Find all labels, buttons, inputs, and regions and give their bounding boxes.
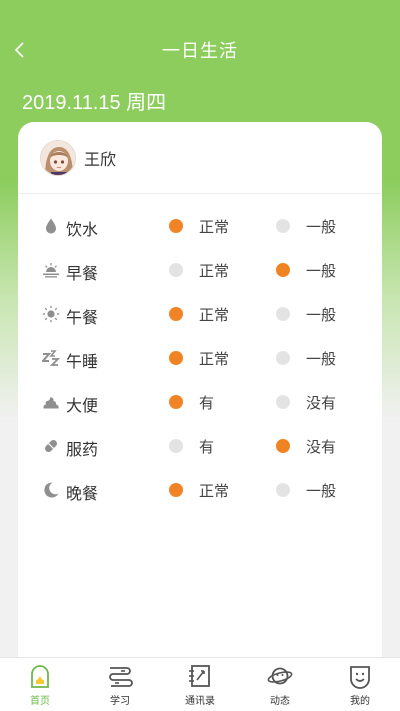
option-label: 没有	[306, 437, 337, 456]
option-label: 正常	[199, 349, 230, 368]
nav-bar: 一日生活	[0, 30, 400, 70]
row-water: 饮水 正常 一般	[18, 204, 382, 248]
chevron-left-icon	[14, 42, 24, 58]
option-1[interactable]: 正常	[169, 292, 229, 336]
option-2[interactable]: 一般	[276, 468, 336, 512]
option-2[interactable]: 一般	[276, 292, 336, 336]
row-medicine: 服药 有 没有	[18, 424, 382, 468]
tab-mine[interactable]: 我的	[320, 658, 400, 711]
row-label: 午餐	[66, 308, 99, 327]
radio-dot	[169, 263, 183, 277]
radio-dot	[276, 219, 290, 233]
option-label: 有	[199, 437, 215, 456]
option-label: 一般	[306, 217, 337, 236]
radio-dot	[169, 219, 183, 233]
row-label: 饮水	[66, 220, 99, 239]
tab-label: 我的	[350, 696, 370, 707]
avatar[interactable]	[40, 139, 76, 176]
date-label: 2019.11.15 周四	[22, 92, 167, 114]
option-1[interactable]: 正常	[169, 336, 229, 380]
radio-dot	[276, 439, 290, 453]
radio-dot	[276, 307, 290, 321]
tab-label: 首页	[30, 696, 50, 707]
smiley-icon	[350, 666, 370, 689]
tab-label: 动态	[270, 696, 290, 707]
row-label: 午睡	[66, 352, 99, 371]
radio-dot	[169, 351, 183, 365]
tab-label: 通讯录	[185, 696, 215, 707]
option-2[interactable]: 一般	[276, 336, 336, 380]
home-icon	[31, 665, 49, 688]
poop-icon	[43, 397, 59, 409]
bottom-tab-bar: 首页 学习 通讯录 动态 我的	[0, 657, 400, 711]
radio-dot	[169, 307, 183, 321]
back-button[interactable]	[6, 36, 34, 64]
sleep-icon	[42, 350, 60, 366]
option-1[interactable]: 有	[169, 424, 214, 468]
pill-icon	[45, 440, 57, 452]
option-1[interactable]: 有	[169, 380, 214, 424]
page-title: 一日生活	[162, 41, 238, 62]
option-label: 正常	[199, 481, 230, 500]
option-2[interactable]: 没有	[276, 424, 336, 468]
option-label: 有	[199, 393, 215, 412]
option-2[interactable]: 一般	[276, 204, 336, 248]
sun-icon	[42, 305, 60, 323]
option-1[interactable]: 正常	[169, 248, 229, 292]
tab-contacts[interactable]: 通讯录	[160, 658, 240, 711]
row-nap: 午睡 正常 一般	[18, 336, 382, 380]
option-2[interactable]: 没有	[276, 380, 336, 424]
water-drop-icon	[46, 218, 56, 234]
child-profile: 王欣	[18, 122, 382, 194]
radio-dot	[276, 351, 290, 365]
row-label: 大便	[66, 396, 99, 415]
daily-life-card: 王欣 饮水 正常 一般 早餐 正常 一般 午餐 正常 一般 午睡 正常 一般 大…	[18, 122, 382, 662]
moon-icon	[44, 482, 59, 498]
radio-dot	[169, 395, 183, 409]
option-label: 没有	[306, 393, 337, 412]
row-label: 晚餐	[66, 484, 99, 503]
radio-dot	[276, 483, 290, 497]
option-label: 正常	[199, 305, 230, 324]
activity-list: 饮水 正常 一般 早餐 正常 一般 午餐 正常 一般 午睡 正常 一般 大便 有…	[18, 194, 382, 512]
child-name: 王欣	[84, 149, 117, 169]
row-lunch: 午餐 正常 一般	[18, 292, 382, 336]
option-label: 正常	[199, 261, 230, 280]
sunrise-icon	[43, 263, 59, 278]
tab-label: 学习	[110, 696, 130, 707]
row-dinner: 晚餐 正常 一般	[18, 468, 382, 512]
row-label: 早餐	[66, 264, 99, 283]
tab-study[interactable]: 学习	[80, 658, 160, 711]
contacts-icon	[189, 665, 210, 687]
option-1[interactable]: 正常	[169, 204, 229, 248]
option-label: 一般	[306, 349, 337, 368]
tab-home[interactable]: 首页	[0, 658, 80, 711]
option-label: 一般	[306, 305, 337, 324]
option-label: 一般	[306, 481, 337, 500]
option-2[interactable]: 一般	[276, 248, 336, 292]
row-breakfast: 早餐 正常 一般	[18, 248, 382, 292]
radio-dot	[169, 483, 183, 497]
study-icon	[109, 667, 133, 687]
option-label: 一般	[306, 261, 337, 280]
planet-icon	[267, 667, 293, 685]
option-1[interactable]: 正常	[169, 468, 229, 512]
radio-dot	[276, 395, 290, 409]
tab-moments[interactable]: 动态	[240, 658, 320, 711]
row-label: 服药	[66, 440, 99, 459]
radio-dot	[276, 263, 290, 277]
option-label: 正常	[199, 217, 230, 236]
radio-dot	[169, 439, 183, 453]
row-bowel: 大便 有 没有	[18, 380, 382, 424]
